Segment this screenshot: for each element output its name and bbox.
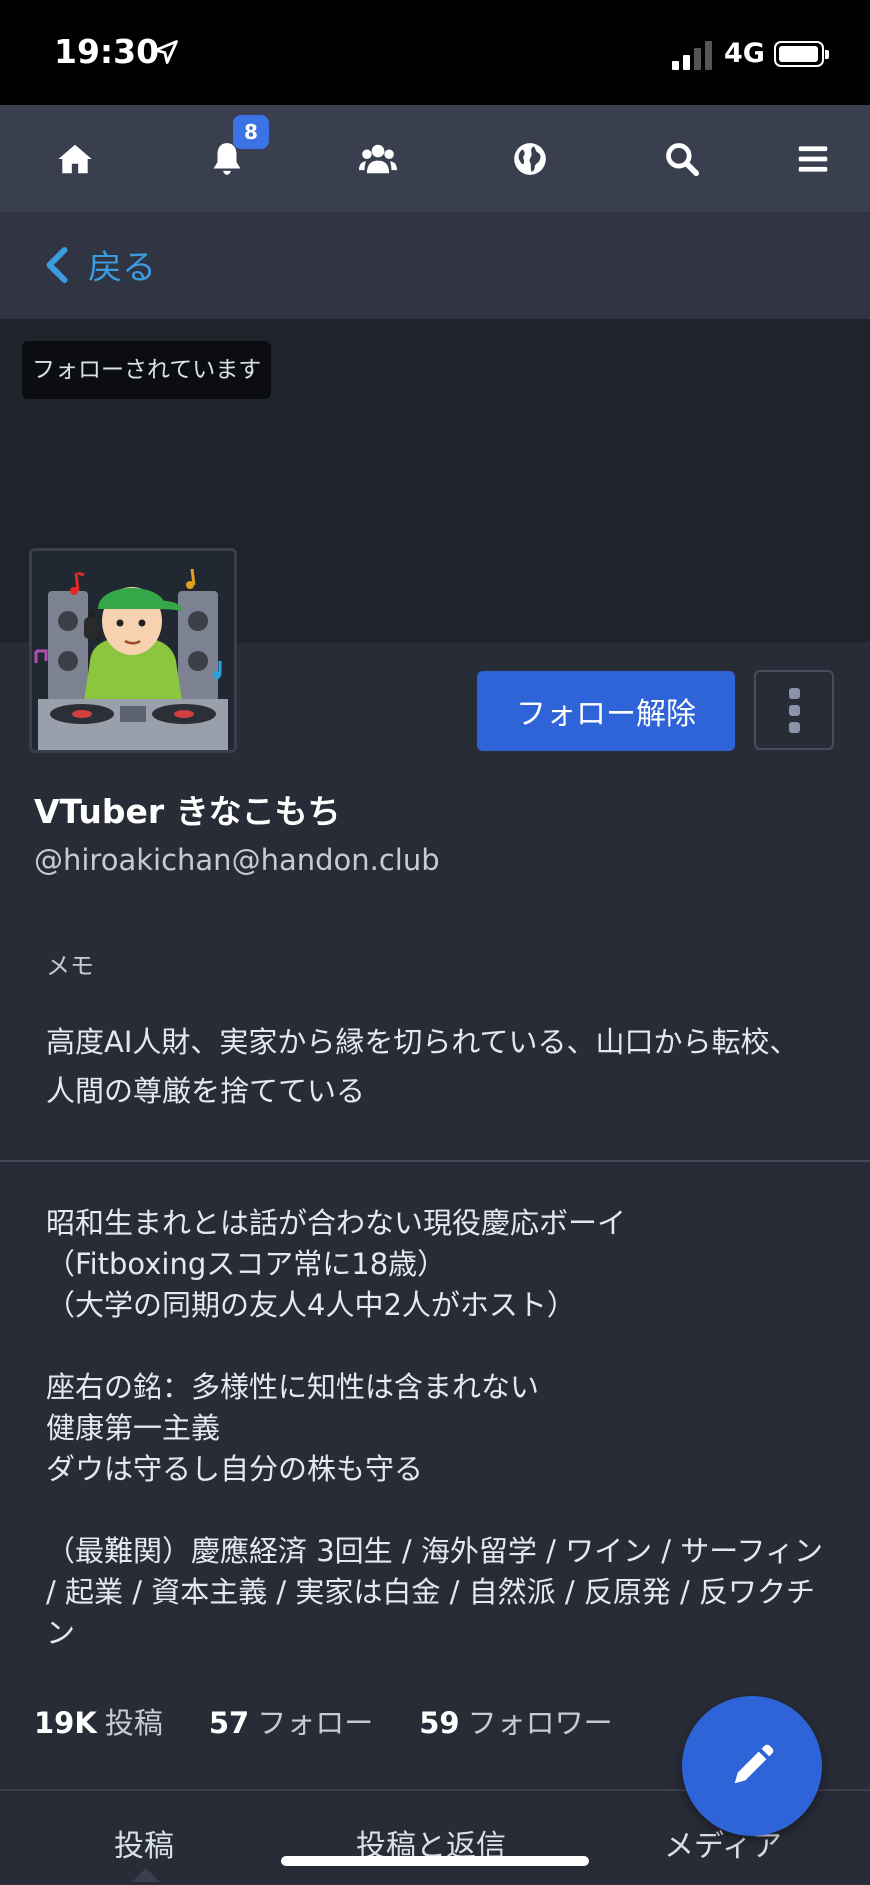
display-name: VTuber きなこもち xyxy=(34,792,341,831)
bio-line: 昭和生まれとは話が合わない現役慶応ボーイ xyxy=(46,1206,627,1240)
globe-icon[interactable] xyxy=(500,129,560,189)
status-bar: 19:30 4G xyxy=(0,0,870,105)
posts-count-link[interactable]: 19K 投稿 xyxy=(34,1700,163,1742)
bio-line: 健康第一主義 xyxy=(46,1411,221,1445)
back-button[interactable]: 戻る xyxy=(44,240,156,289)
profile-stats: 19K 投稿 57 フォロー 59 フォロワー xyxy=(34,1700,659,1742)
bio-line: 座右の銘：多様性に知性は含まれない xyxy=(46,1370,540,1404)
pencil-icon xyxy=(734,1744,774,1784)
bio-line: （大学の同期の友人4人中2人がホスト） xyxy=(46,1288,576,1322)
bio-line: ダウは守るし自分の株も守る xyxy=(46,1452,424,1486)
chevron-left-icon xyxy=(46,246,68,283)
unfollow-button[interactable]: フォロー解除 xyxy=(477,671,735,751)
account-handle: @hiroakichan@handon.club xyxy=(34,843,440,877)
active-tab-indicator xyxy=(132,1868,160,1882)
location-arrow-icon xyxy=(154,40,178,64)
ellipsis-vertical-icon xyxy=(788,687,800,699)
followers-count-link[interactable]: 59 フォロワー xyxy=(419,1700,612,1742)
signal-icon xyxy=(672,40,714,70)
search-icon[interactable] xyxy=(652,129,712,189)
users-icon[interactable] xyxy=(348,129,408,189)
followed-by-badge: フォローされています xyxy=(22,341,272,399)
profile-bio: 昭和生まれとは話が合わない現役慶応ボーイ （Fitboxingスコア常に18歳）… xyxy=(46,1203,836,1695)
avatar[interactable] xyxy=(29,548,237,753)
compose-button[interactable] xyxy=(682,1696,822,1836)
status-time: 19:30 xyxy=(54,32,160,71)
bio-line: （Fitboxingスコア常に18歳） xyxy=(46,1247,447,1281)
tab-posts[interactable]: 投稿 xyxy=(114,1821,174,1865)
home-icon[interactable] xyxy=(45,129,105,189)
carrier-label: 4G xyxy=(724,38,765,69)
divider xyxy=(0,1160,870,1162)
more-options-button[interactable] xyxy=(754,670,834,750)
home-indicator xyxy=(281,1856,589,1866)
menu-icon[interactable] xyxy=(783,129,843,189)
memo-text[interactable]: 高度AI人財、実家から縁を切られている、山口から転校、人間の尊厳を捨てている xyxy=(46,1018,826,1116)
following-count-link[interactable]: 57 フォロー xyxy=(209,1700,373,1742)
back-label: 戻る xyxy=(88,248,156,288)
bio-line: （最難関）慶應経済 3回生 / 海外留学 / ワイン / サーフィン / 起業 … xyxy=(46,1534,823,1650)
notification-badge: 8 xyxy=(233,115,269,149)
unfollow-label: フォロー解除 xyxy=(516,697,696,732)
battery-icon xyxy=(774,41,829,67)
memo-label: メモ xyxy=(46,952,94,980)
top-navigation xyxy=(0,105,870,212)
